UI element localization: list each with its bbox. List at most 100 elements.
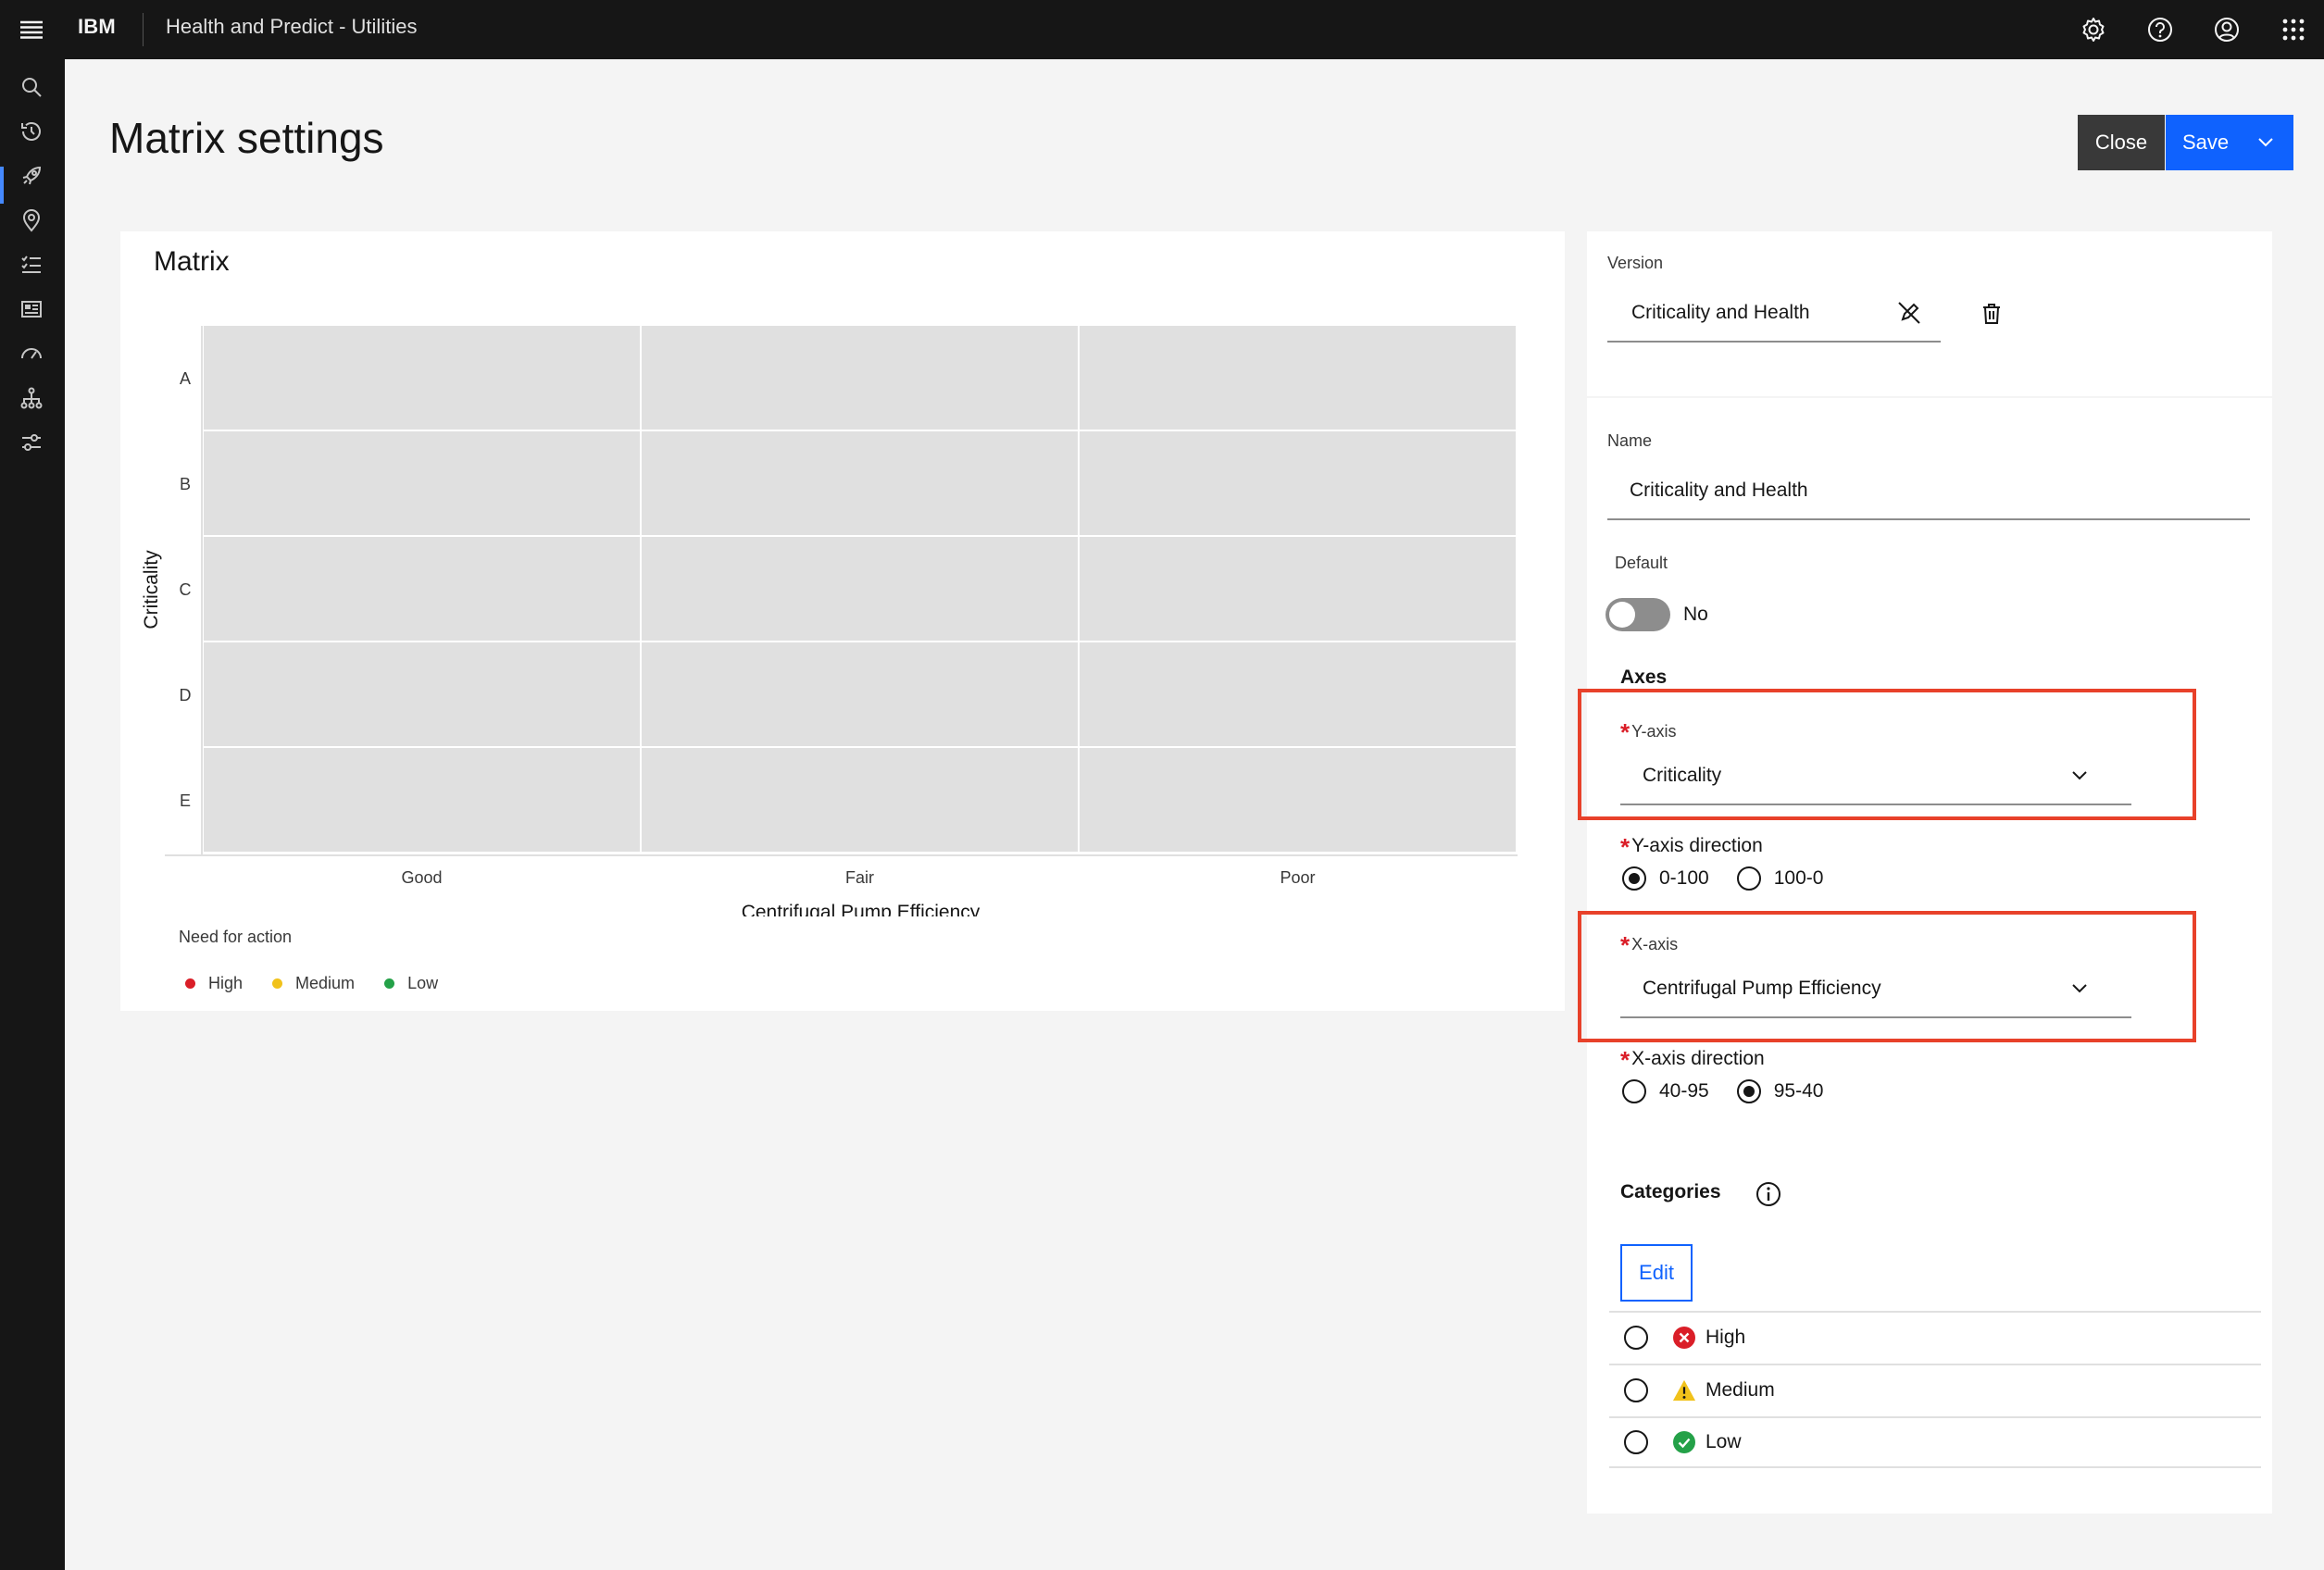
- radio-button[interactable]: [1624, 1378, 1648, 1402]
- close-button[interactable]: Close: [2078, 115, 2165, 170]
- category-label: Low: [1706, 1431, 1742, 1452]
- hierarchy-icon[interactable]: [13, 380, 50, 417]
- app-name[interactable]: Health and Predict - Utilities: [166, 15, 417, 39]
- y-tick-label: B: [180, 475, 191, 493]
- matrix-cell[interactable]: [204, 537, 640, 641]
- matrix-cell[interactable]: [204, 326, 640, 430]
- menu-icon[interactable]: [13, 11, 50, 48]
- settings-panel: Version Criticality and Health Name Crit…: [1578, 231, 2272, 1514]
- radio-button[interactable]: [1622, 1079, 1646, 1103]
- x-direction-label: *X-axis direction: [1620, 1042, 1765, 1074]
- top-header: IBM Health and Predict - Utilities: [0, 0, 2324, 59]
- y-direction-label: *Y-axis direction: [1620, 829, 1763, 861]
- name-value: Criticality and Health: [1630, 480, 1808, 501]
- help-icon[interactable]: [2140, 9, 2180, 50]
- y-direction-option-label: 0-100: [1659, 867, 1709, 889]
- matrix-cell[interactable]: [642, 748, 1078, 852]
- dashboard-icon[interactable]: [13, 291, 50, 328]
- y-tick-label: A: [180, 369, 191, 388]
- radio-button[interactable]: [1624, 1430, 1648, 1454]
- radio-button[interactable]: [1736, 866, 1761, 891]
- categories-heading: Categories: [1620, 1181, 1721, 1202]
- brand-logo[interactable]: IBM: [78, 15, 116, 39]
- category-row-high[interactable]: High: [1609, 1311, 2261, 1363]
- search-icon[interactable]: [13, 69, 50, 106]
- matrix-cell[interactable]: [1080, 431, 1516, 535]
- x-axis-dropdown[interactable]: Centrifugal Pump Efficiency: [1620, 959, 2131, 1018]
- checkmark-icon: [1672, 1430, 1696, 1454]
- legend-label-high: High: [208, 974, 244, 992]
- version-field[interactable]: Criticality and Health: [1607, 283, 1941, 343]
- required-marker: *: [1620, 833, 1631, 861]
- chevron-down-icon: [2068, 765, 2091, 792]
- y-direction-option-0-100[interactable]: 0-100: [1622, 866, 1709, 891]
- x-tick-label: Fair: [845, 868, 874, 887]
- category-row-low[interactable]: Low: [1609, 1416, 2261, 1468]
- trash-icon[interactable]: [1976, 298, 2007, 330]
- name-label: Name: [1607, 431, 1653, 450]
- y-tick-label: E: [180, 791, 191, 810]
- default-toggle[interactable]: [1606, 598, 1670, 631]
- x-axis-label-text: X-axis: [1631, 935, 1679, 953]
- warning-icon: [1672, 1378, 1696, 1402]
- history-icon[interactable]: [13, 113, 50, 150]
- matrix-cell[interactable]: [642, 537, 1078, 641]
- sliders-icon[interactable]: [13, 424, 50, 461]
- version-value: Criticality and Health: [1631, 302, 1810, 323]
- gauge-icon[interactable]: [13, 335, 50, 372]
- matrix-cell[interactable]: [1080, 537, 1516, 641]
- app-switcher-icon[interactable]: [2273, 9, 2314, 50]
- chevron-down-icon: [2068, 978, 2091, 1005]
- default-toggle-state: No: [1683, 604, 1708, 625]
- user-icon[interactable]: [2206, 9, 2247, 50]
- location-icon[interactable]: [13, 202, 50, 239]
- matrix-cell[interactable]: [1080, 326, 1516, 430]
- matrix-cell[interactable]: [204, 748, 640, 852]
- legend-dot-low: [384, 978, 395, 989]
- save-button[interactable]: Save: [2166, 115, 2293, 170]
- active-indicator: [0, 167, 4, 204]
- info-icon[interactable]: [1754, 1179, 1783, 1209]
- matrix-cell[interactable]: [204, 431, 640, 535]
- x-axis-title: Centrifugal Pump Efficiency: [742, 902, 981, 916]
- legend-dot-high: [185, 978, 195, 989]
- matrix-cell[interactable]: [1080, 748, 1516, 852]
- x-direction-option-label: 95-40: [1773, 1080, 1824, 1102]
- x-direction-option-40-95[interactable]: 40-95: [1622, 1079, 1709, 1103]
- category-row-medium[interactable]: Medium: [1609, 1364, 2261, 1415]
- chevron-down-icon[interactable]: [2255, 131, 2277, 159]
- version-label: Version: [1607, 254, 1664, 272]
- radio-button[interactable]: [1624, 1326, 1648, 1350]
- left-navigation: [0, 59, 65, 1570]
- section-divider: [1587, 396, 2272, 398]
- legend-item-medium: Medium: [272, 974, 355, 993]
- matrix-cell[interactable]: [642, 431, 1078, 535]
- radio-button[interactable]: [1622, 866, 1646, 891]
- y-direction-group: 0-100 100-0: [1622, 866, 1851, 891]
- name-input[interactable]: Criticality and Health: [1607, 461, 2250, 520]
- edit-categories-button[interactable]: Edit: [1620, 1244, 1693, 1302]
- matrix-cell[interactable]: [642, 326, 1078, 430]
- y-tick-label: C: [180, 580, 192, 599]
- axes-heading: Axes: [1620, 667, 1668, 688]
- y-axis-value: Criticality: [1643, 765, 1722, 786]
- matrix-chart: A B C D E Good Fair Poor Centrifugal Pump Effici…: [141, 326, 1518, 916]
- matrix-cell[interactable]: [642, 642, 1078, 746]
- category-label: High: [1706, 1327, 1746, 1348]
- x-tick-label: Good: [401, 868, 442, 887]
- x-direction-option-95-40[interactable]: 95-40: [1736, 1079, 1824, 1103]
- x-direction-group: 40-95 95-40: [1622, 1079, 1851, 1103]
- checklist-icon[interactable]: [13, 246, 50, 283]
- rocket-icon[interactable]: [13, 157, 50, 194]
- y-axis-dropdown[interactable]: Criticality: [1620, 746, 2131, 805]
- y-direction-option-100-0[interactable]: 100-0: [1736, 866, 1823, 891]
- y-tick-label: D: [180, 686, 192, 704]
- matrix-cell[interactable]: [204, 642, 640, 746]
- matrix-cell[interactable]: [1080, 642, 1516, 746]
- header-divider: [143, 13, 144, 46]
- radio-button[interactable]: [1736, 1079, 1761, 1103]
- settings-icon[interactable]: [2073, 9, 2114, 50]
- edit-off-icon[interactable]: [1894, 298, 1924, 328]
- required-marker: *: [1620, 718, 1631, 746]
- toggle-knob: [1609, 602, 1635, 628]
